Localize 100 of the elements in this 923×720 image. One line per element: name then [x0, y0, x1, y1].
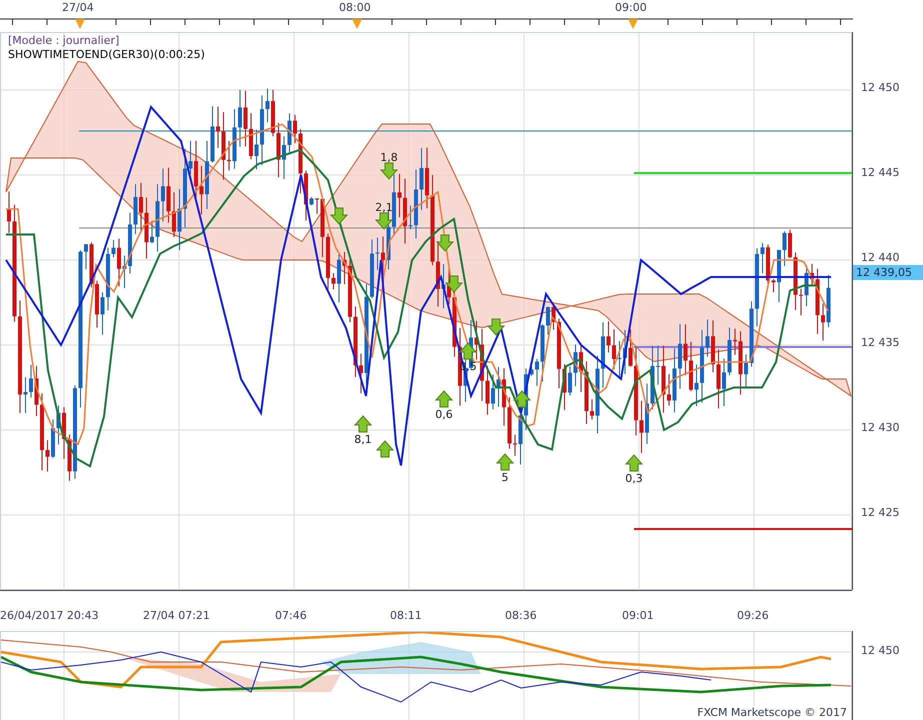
- candle: [84, 243, 88, 270]
- candle: [804, 264, 808, 307]
- price-label: 12 430: [861, 421, 900, 434]
- candle: [370, 239, 374, 299]
- candle: [436, 240, 440, 308]
- up-arrow-icon: [376, 440, 394, 458]
- down-arrow-icon: [444, 276, 464, 293]
- candle: [34, 365, 38, 417]
- candle: [359, 353, 363, 394]
- candle: [760, 242, 764, 274]
- candle: [260, 94, 264, 166]
- candle: [205, 140, 209, 210]
- candle: [249, 112, 253, 160]
- copyright-text: FXCM Marketscope © 2017: [697, 706, 847, 719]
- candle: [540, 324, 544, 382]
- marker-icon: [628, 19, 638, 29]
- time-label: 26/04/2017 20:43: [0, 609, 99, 622]
- candle: [750, 300, 754, 368]
- candle: [662, 345, 666, 414]
- candle: [150, 220, 154, 244]
- marker-icon: [75, 19, 85, 29]
- candle: [403, 178, 407, 244]
- candle: [408, 205, 412, 230]
- candle: [271, 89, 275, 137]
- candle: [56, 405, 60, 445]
- candle: [694, 364, 698, 407]
- candle: [667, 374, 671, 406]
- candle: [716, 349, 720, 409]
- candle: [29, 364, 33, 398]
- candle: [650, 345, 654, 410]
- candle: [134, 184, 138, 235]
- up-arrow-icon: [354, 415, 372, 432]
- price-label: 12 440: [861, 251, 900, 264]
- candle: [684, 324, 688, 376]
- candle: [298, 128, 302, 194]
- candle: [711, 320, 715, 373]
- up-arrow-icon: [624, 454, 644, 472]
- candle: [579, 342, 583, 393]
- candle: [172, 192, 176, 238]
- time-label: 09:26: [737, 609, 769, 622]
- candle: [194, 140, 198, 198]
- candle: [420, 147, 424, 210]
- candle: [508, 396, 512, 450]
- candle: [640, 400, 644, 454]
- time-label: 27/04: [62, 1, 94, 14]
- candle: [535, 358, 539, 386]
- marker-icon: [352, 19, 362, 29]
- candle: [100, 292, 104, 336]
- candle: [618, 340, 622, 380]
- candle: [628, 328, 632, 368]
- candle: [513, 434, 517, 456]
- signal-value: 0,5: [458, 360, 478, 373]
- candle: [161, 168, 165, 222]
- candle: [656, 345, 660, 386]
- candle: [557, 318, 561, 389]
- candle: [590, 398, 594, 420]
- candle: [337, 253, 341, 303]
- time-label: 08:36: [505, 609, 537, 622]
- candle: [166, 167, 170, 224]
- candle: [799, 288, 803, 316]
- candle: [392, 174, 396, 236]
- candle: [238, 89, 242, 148]
- candle: [728, 326, 732, 376]
- candle: [612, 328, 616, 370]
- candle: [342, 252, 346, 285]
- candle: [788, 229, 792, 258]
- candle: [678, 323, 682, 390]
- candle: [486, 366, 490, 416]
- candle: [128, 212, 132, 274]
- candle: [62, 406, 66, 460]
- current-price-badge: 12 439,05: [853, 265, 923, 280]
- candle: [738, 330, 742, 396]
- time-label: 07:46: [275, 609, 307, 622]
- down-arrow-icon: [330, 208, 348, 225]
- price-label: 12 450: [861, 81, 900, 94]
- signal-value: 5: [500, 471, 510, 484]
- time-label: 08:11: [390, 609, 422, 622]
- candle: [106, 247, 110, 311]
- candle: [777, 249, 781, 303]
- candle: [733, 328, 737, 356]
- candle: [706, 318, 710, 358]
- price-label: 12 445: [861, 166, 900, 179]
- candle: [821, 303, 825, 342]
- candle: [546, 306, 550, 336]
- up-arrow-icon: [434, 390, 454, 408]
- candle: [606, 320, 610, 354]
- candle: [90, 242, 94, 288]
- candle: [645, 383, 649, 444]
- candle: [315, 198, 319, 214]
- candle: [672, 348, 676, 413]
- signal-value: 1,8: [379, 151, 399, 164]
- candle: [216, 106, 220, 148]
- candle: [816, 268, 820, 334]
- down-arrow-icon: [380, 162, 398, 180]
- candle: [442, 264, 446, 309]
- candle: [425, 147, 429, 209]
- time-label: 09:01: [622, 609, 654, 622]
- candle: [568, 366, 572, 396]
- candle: [722, 358, 726, 407]
- model-label: [Modele : journalier]: [8, 34, 120, 48]
